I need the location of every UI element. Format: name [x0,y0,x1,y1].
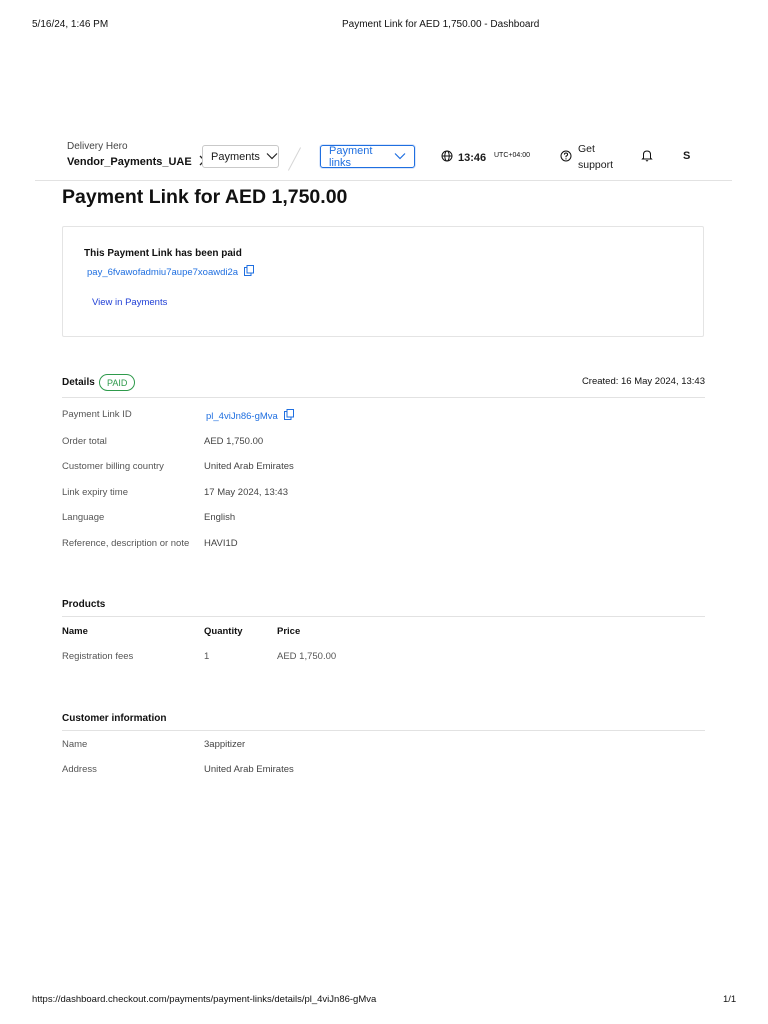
copy-icon[interactable] [244,265,255,279]
language-value: English [204,512,236,523]
entity-name: Vendor_Payments_UAE [67,156,192,168]
timezone-label: UTC+04:00 [494,152,530,159]
customer-divider [62,730,705,731]
created-timestamp: Created: 16 May 2024, 13:43 [581,376,705,387]
nav-separator [287,147,302,171]
header-divider [35,180,732,181]
detail-label-language: Language [62,512,105,523]
customer-label-address: Address [62,764,97,775]
customer-address-value: United Arab Emirates [204,764,294,775]
payment-id: pay_6fvawofadmiu7aupe7xoawdi2a [87,266,239,278]
paid-notice-card [62,226,704,337]
help-circle-icon [560,150,572,165]
payment-link-id-value[interactable]: pl_4viJn86-gMva [206,409,294,423]
details-heading: Details [62,377,95,388]
get-support-button[interactable]: Get support [560,141,613,173]
detail-label-link-expiry: Link expiry time [62,487,128,498]
status-badge: PAID [99,374,136,391]
entity-switcher[interactable]: Vendor_Payments_UAE [67,155,206,169]
billing-country-value: United Arab Emirates [204,461,294,472]
customer-name-value: 3appitizer [204,739,246,750]
chevron-down-icon [394,151,406,163]
page-title: Payment Link for AED 1,750.00 [62,186,348,208]
customer-info-heading: Customer information [62,713,167,724]
print-datetime: 5/16/24, 1:46 PM [32,19,109,30]
print-doc-title: Payment Link for AED 1,750.00 - Dashboar… [342,19,540,30]
detail-label-reference: Reference, description or note [62,538,190,549]
globe-icon [441,150,453,165]
bell-icon[interactable] [641,149,653,167]
link-expiry-value: 17 May 2024, 13:43 [204,487,288,498]
products-col-name: Name [62,626,88,637]
order-total-value: AED 1,750.00 [204,436,264,447]
chevron-down-icon [266,151,278,163]
payments-menu-label: Payments [211,150,260,163]
product-quantity-cell: 1 [204,651,210,662]
org-name: Delivery Hero [67,141,128,152]
payment-links-menu-button[interactable]: Payment links [320,144,415,169]
product-price-cell: AED 1,750.00 [277,651,337,662]
print-url: https://dashboard.checkout.com/payments/… [32,994,377,1005]
detail-label-billing-country: Customer billing country [62,461,164,472]
products-divider [62,616,705,617]
payments-menu-button[interactable]: Payments [202,145,279,168]
payment-links-menu-label: Payment links [329,144,373,169]
product-name-cell: Registration fees [62,651,134,662]
paid-notice-title: This Payment Link has been paid [84,248,242,259]
copy-icon[interactable] [283,409,294,423]
print-page-number: 1/1 [723,994,737,1005]
products-heading: Products [62,599,106,610]
user-avatar[interactable]: S [683,150,690,162]
products-col-price: Price [277,626,301,637]
support-label-line2: support [578,159,614,171]
detail-label-payment-link-id: Payment Link ID [62,409,132,420]
products-col-quantity: Quantity [204,626,243,637]
reference-value: HAVI1D [204,538,238,549]
payment-id-link[interactable]: pay_6fvawofadmiu7aupe7xoawdi2a [87,265,255,279]
clock-time: 13:46 [458,151,487,164]
detail-label-order-total: Order total [62,436,107,447]
view-in-payments-link[interactable]: View in Payments [92,297,167,308]
details-divider [62,397,705,398]
customer-label-name: Name [62,739,88,750]
support-label-line1: Get [578,143,595,155]
clock: 13:46 [441,150,486,165]
